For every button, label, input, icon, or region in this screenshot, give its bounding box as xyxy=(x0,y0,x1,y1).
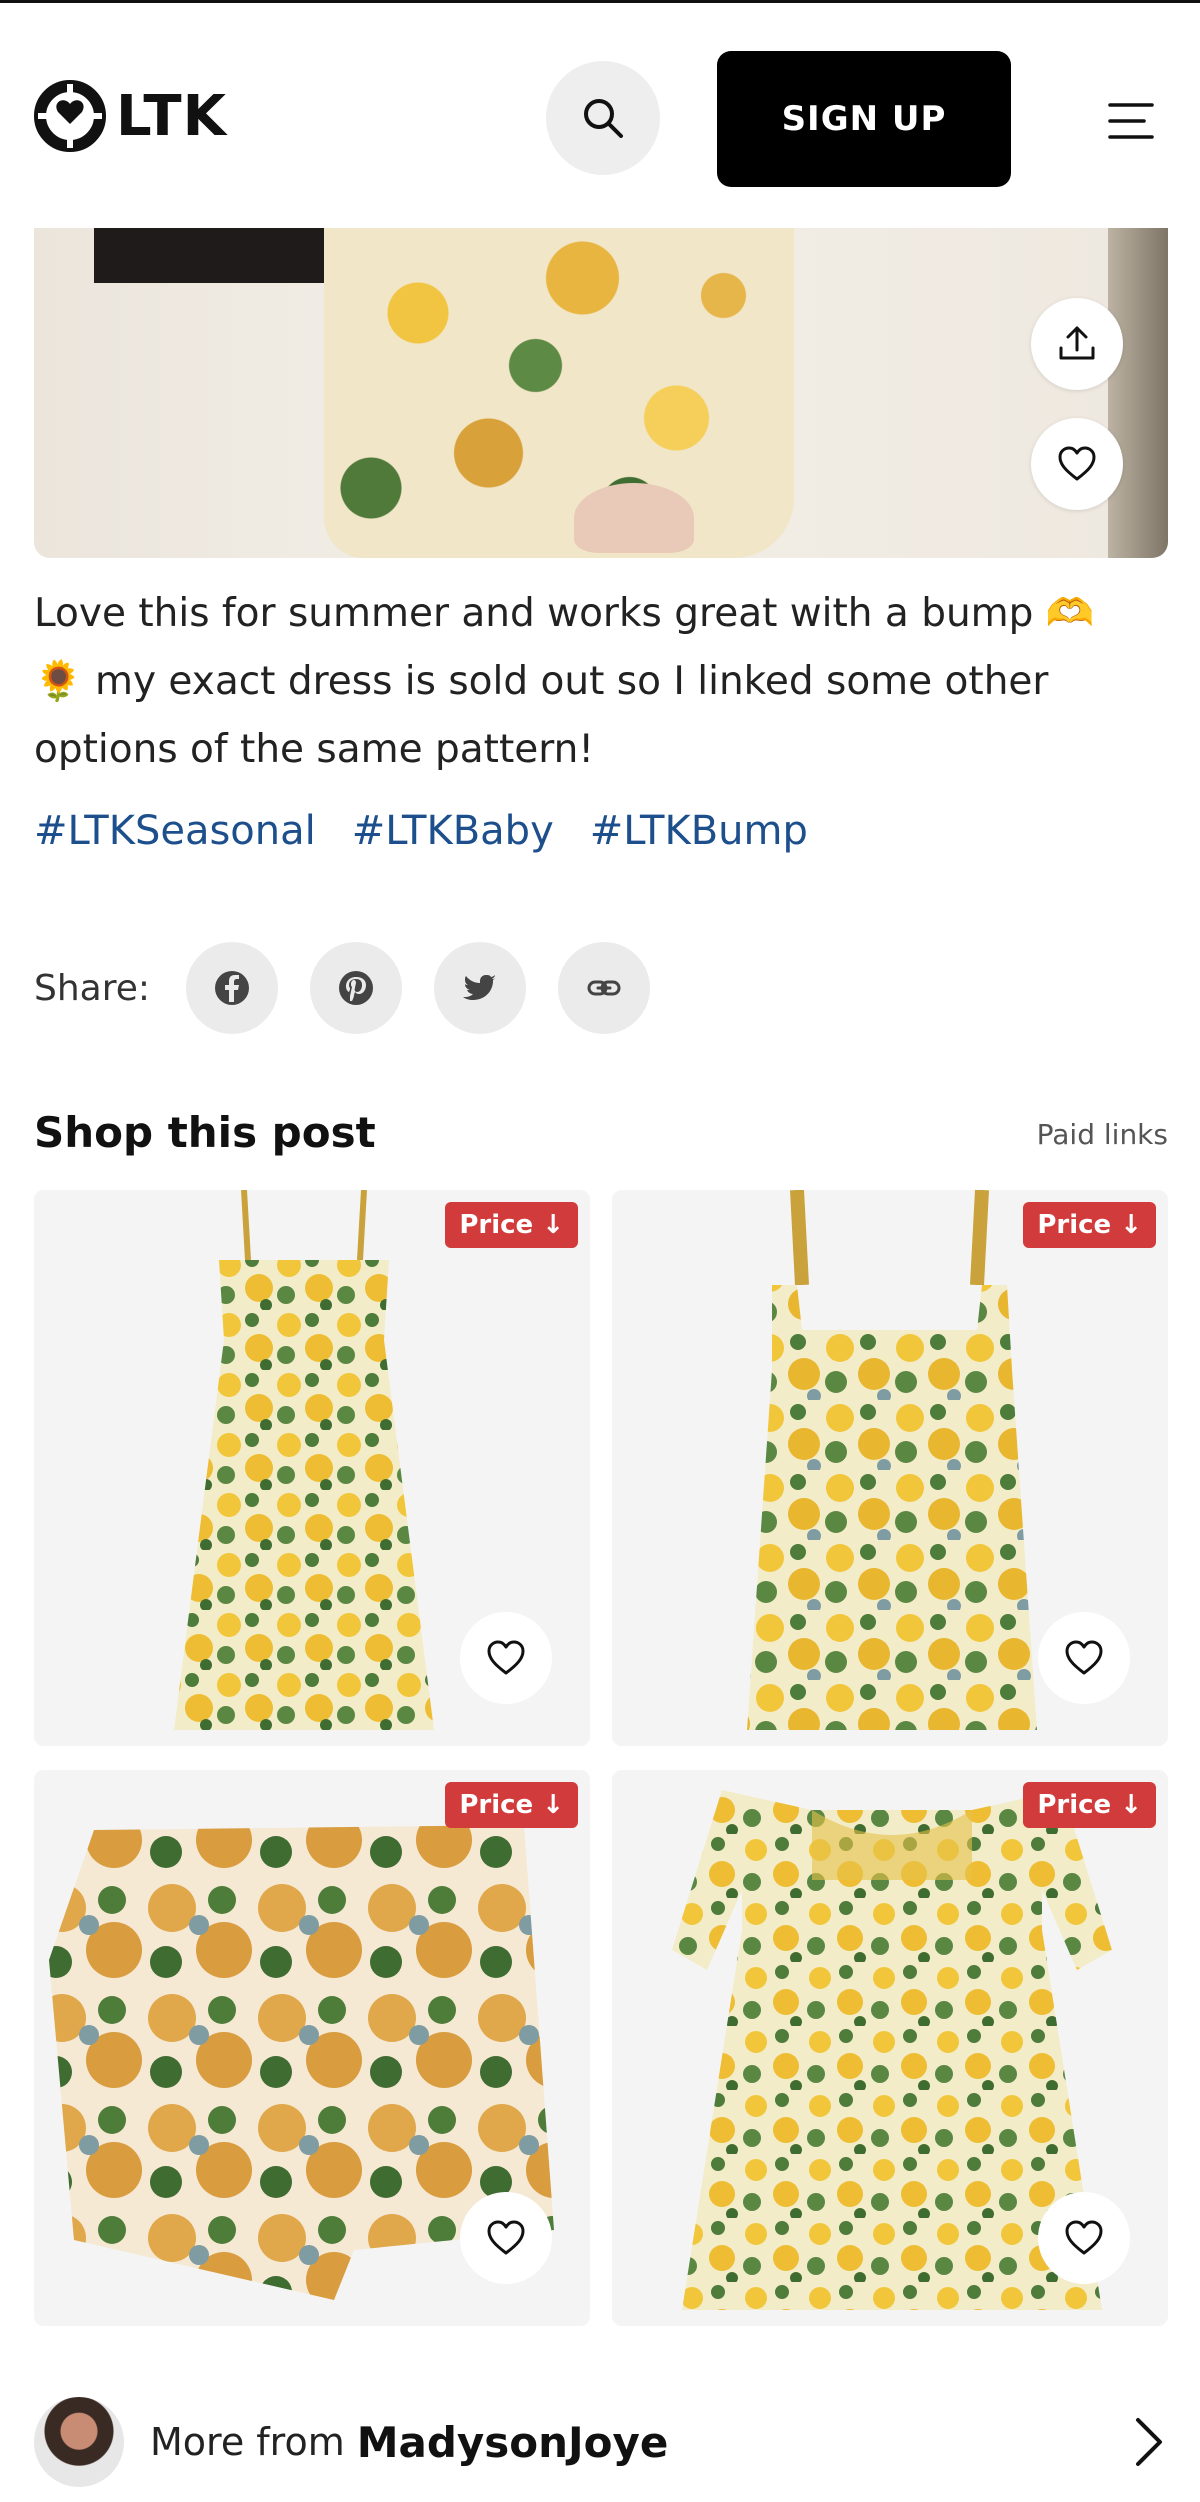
pinterest-share-button[interactable] xyxy=(310,942,403,1034)
price-drop-badge: Price ↓ xyxy=(445,1202,578,1248)
price-badge-label: Price ↓ xyxy=(459,1210,564,1240)
hero-wall xyxy=(1108,228,1168,558)
caption-line: options of the same pattern! xyxy=(34,727,594,772)
share-label: Share: xyxy=(34,967,151,1009)
price-drop-badge: Price ↓ xyxy=(445,1782,578,1828)
product-card[interactable]: Price ↓ xyxy=(34,1770,590,2326)
ltk-logo-icon xyxy=(34,80,106,152)
post-image xyxy=(34,228,1168,558)
favorite-button[interactable] xyxy=(460,1612,552,1704)
site-header: LTK SIGN UP xyxy=(0,0,1200,228)
creator-avatar xyxy=(34,2397,124,2487)
caption-line: Love this for summer and works great wit… xyxy=(34,591,1095,636)
price-badge-label: Price ↓ xyxy=(1037,1790,1142,1820)
share-post-button[interactable] xyxy=(1031,298,1123,390)
facebook-share-button[interactable] xyxy=(186,942,279,1034)
share-row: Share: xyxy=(34,942,682,1034)
post-caption: Love this for summer and works great wit… xyxy=(34,580,1168,784)
link-icon xyxy=(587,980,621,996)
heart-icon xyxy=(487,1640,525,1675)
ltk-logo[interactable]: LTK xyxy=(34,80,227,152)
hashtag-list: #LTKSeasonal #LTKBaby #LTKBump xyxy=(34,808,808,854)
product-card[interactable]: Price ↓ xyxy=(34,1190,590,1746)
heart-icon xyxy=(1058,446,1096,481)
favorite-button[interactable] xyxy=(460,2192,552,2284)
hashtag-link[interactable]: #LTKSeasonal xyxy=(34,808,316,854)
more-from-creator-link[interactable]: More from MadysonJoye xyxy=(34,2394,1168,2490)
twitter-icon xyxy=(463,975,497,1000)
pinterest-icon xyxy=(339,971,374,1005)
heart-icon xyxy=(1065,1640,1103,1675)
hashtag-link[interactable]: #LTKBump xyxy=(590,808,808,854)
price-badge-label: Price ↓ xyxy=(459,1790,564,1820)
price-badge-label: Price ↓ xyxy=(1037,1210,1142,1240)
copy-link-button[interactable] xyxy=(558,942,651,1034)
save-post-button[interactable] xyxy=(1031,418,1123,510)
chevron-right-icon xyxy=(1136,2418,1162,2466)
product-card[interactable]: Price ↓ xyxy=(612,1770,1168,2326)
hero-foot xyxy=(574,483,694,553)
twitter-share-button[interactable] xyxy=(434,942,527,1034)
caption-line: 🌻 my exact dress is sold out so I linked… xyxy=(34,659,1049,704)
upload-share-icon xyxy=(1059,326,1095,360)
search-icon xyxy=(584,99,623,138)
price-drop-badge: Price ↓ xyxy=(1023,1782,1156,1828)
paid-links-label[interactable]: Paid links xyxy=(1037,1118,1168,1151)
heart-icon xyxy=(1065,2220,1103,2255)
product-card[interactable]: Price ↓ xyxy=(612,1190,1168,1746)
shop-section-title: Shop this post xyxy=(34,1108,376,1157)
menu-icon[interactable] xyxy=(1106,99,1156,143)
sign-up-button[interactable]: SIGN UP xyxy=(717,51,1011,187)
floral-dress-photo xyxy=(324,228,794,558)
hashtag-link[interactable]: #LTKBaby xyxy=(352,808,554,854)
creator-name: MadysonJoye xyxy=(356,2417,669,2467)
favorite-button[interactable] xyxy=(1038,2192,1130,2284)
price-drop-badge: Price ↓ xyxy=(1023,1202,1156,1248)
more-from-label: More from xyxy=(150,2420,345,2464)
facebook-icon xyxy=(215,971,250,1005)
favorite-button[interactable] xyxy=(1038,1612,1130,1704)
search-button[interactable] xyxy=(546,61,660,175)
logo-text: LTK xyxy=(116,83,228,149)
heart-icon xyxy=(487,2220,525,2255)
